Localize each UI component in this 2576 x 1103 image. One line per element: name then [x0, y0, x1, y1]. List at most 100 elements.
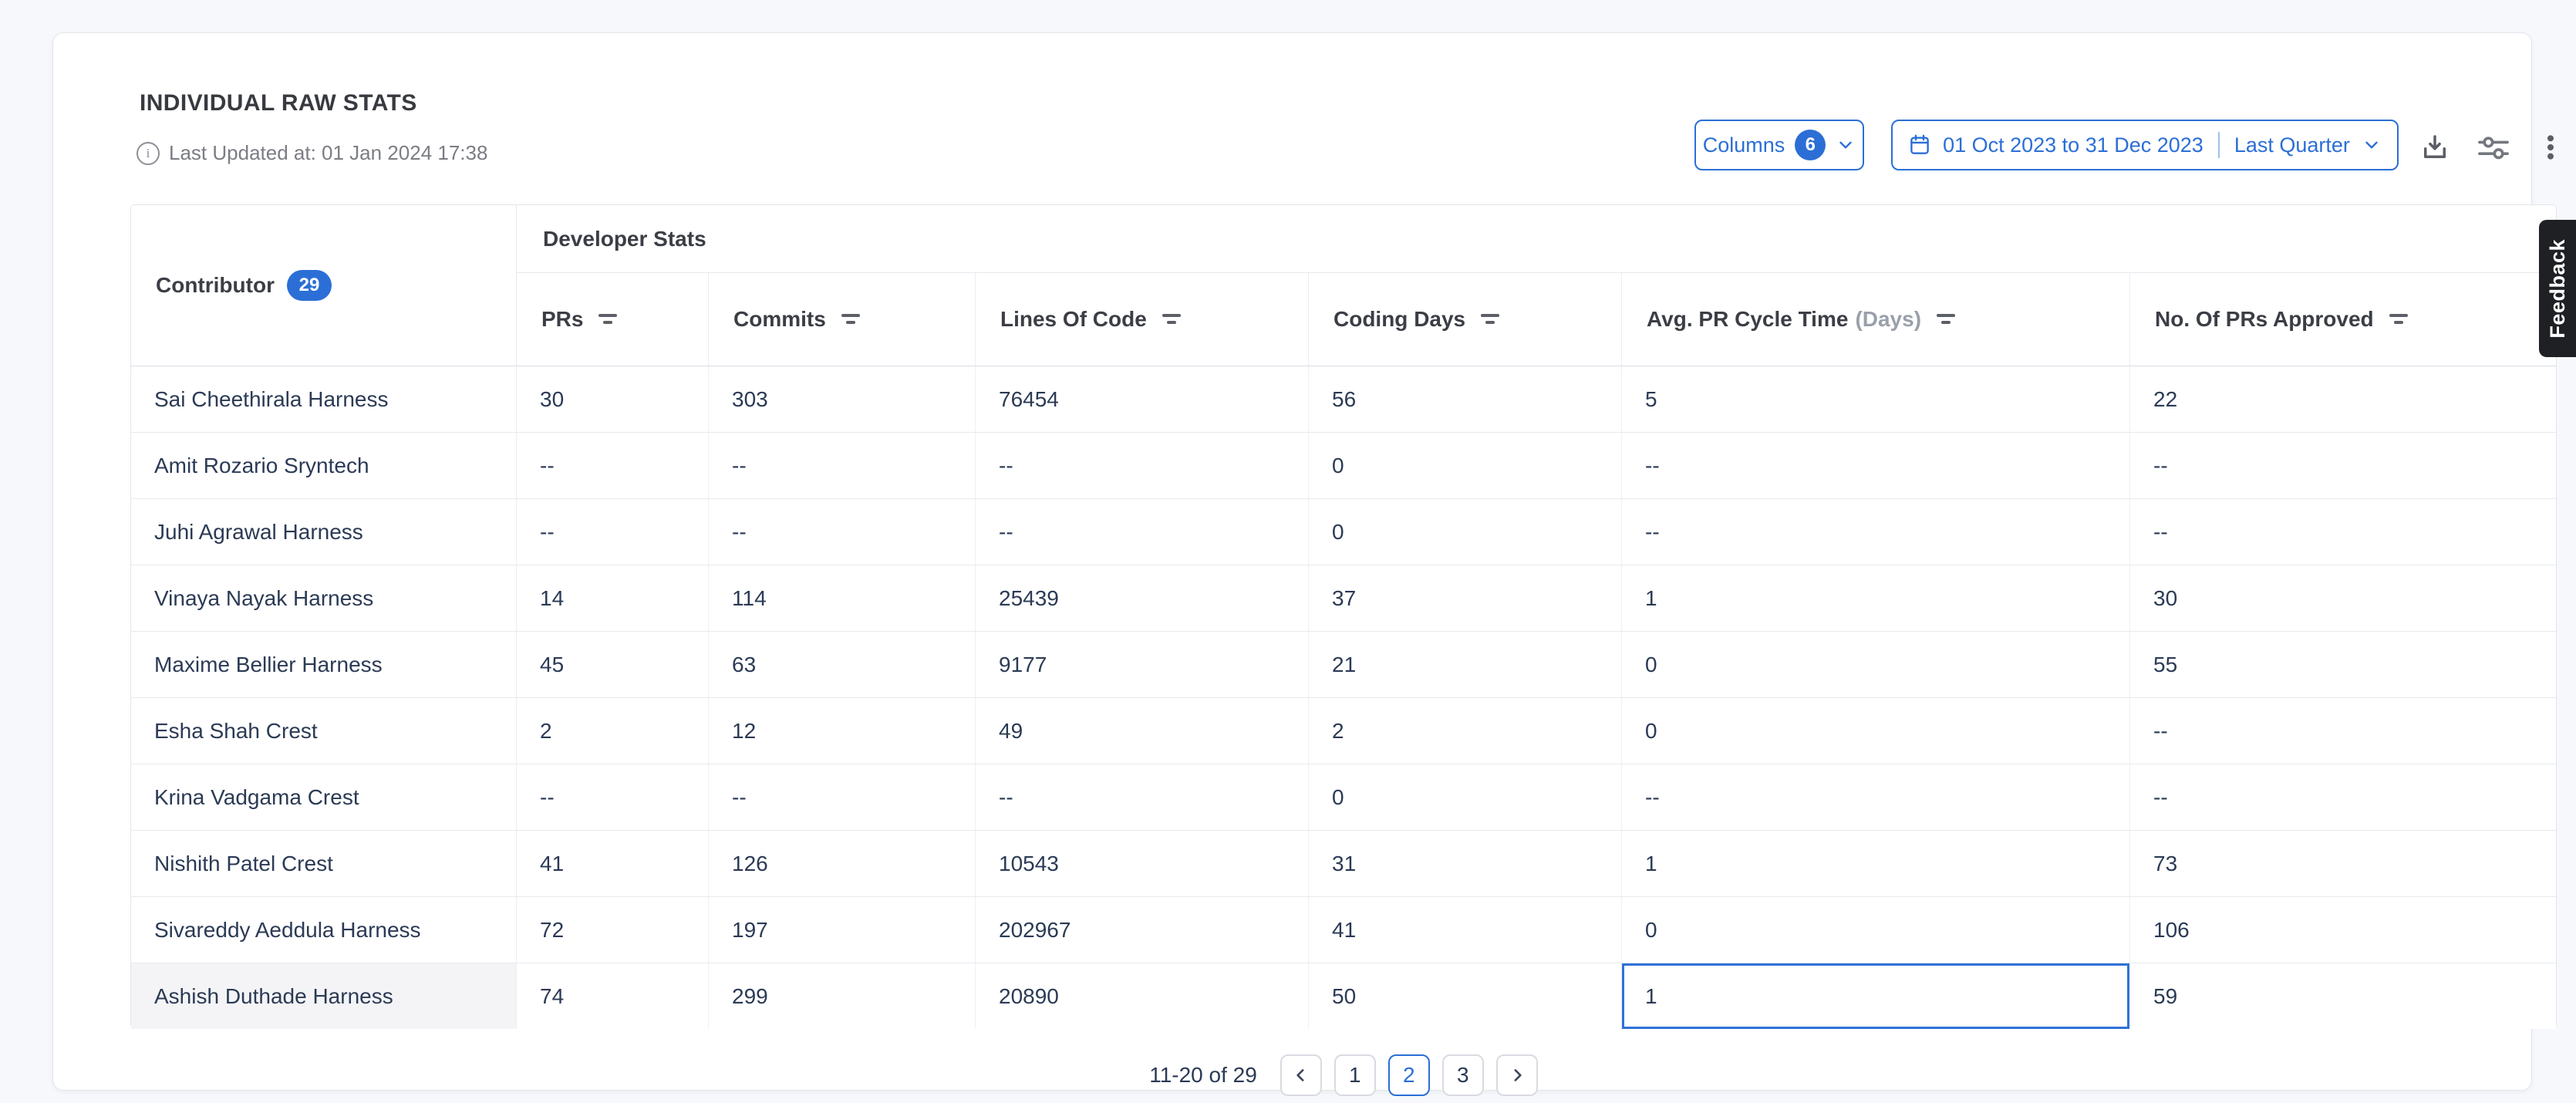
stat-cell[interactable]: -- [1622, 433, 2130, 498]
stat-cell[interactable]: 37 [1309, 565, 1622, 631]
stat-cell[interactable]: -- [709, 499, 976, 565]
stat-cell[interactable]: 41 [517, 831, 709, 896]
column-header-no-of-prs-approved[interactable]: No. Of PRs Approved [2130, 273, 2556, 366]
column-header-label: No. Of PRs Approved [2155, 307, 2374, 332]
stat-cell[interactable]: 202967 [976, 897, 1309, 963]
stat-cell[interactable]: -- [517, 499, 709, 565]
stat-cell[interactable]: 0 [1622, 897, 2130, 963]
column-header-coding-days[interactable]: Coding Days [1309, 273, 1622, 366]
stat-cell[interactable]: 299 [709, 963, 976, 1029]
filter-icon[interactable] [1937, 313, 1957, 326]
stat-cell[interactable]: 31 [1309, 831, 1622, 896]
column-header-lines-of-code[interactable]: Lines Of Code [976, 273, 1309, 366]
date-range-button[interactable]: 01 Oct 2023 to 31 Dec 2023 Last Quarter [1891, 120, 2399, 170]
stat-cell[interactable]: 303 [709, 366, 976, 432]
page-button-2[interactable]: 2 [1388, 1054, 1430, 1096]
stat-cell[interactable]: 0 [1309, 433, 1622, 498]
filter-icon[interactable] [1481, 313, 1501, 326]
contributor-name-cell[interactable]: Maxime Bellier Harness [131, 632, 517, 697]
stat-cell[interactable]: 1 [1622, 831, 2130, 896]
stat-cell[interactable]: 76454 [976, 366, 1309, 432]
stat-cell[interactable]: 0 [1622, 632, 2130, 697]
page-button-3[interactable]: 3 [1442, 1054, 1484, 1096]
stat-cell[interactable]: -- [1622, 764, 2130, 830]
stat-cell[interactable]: 63 [709, 632, 976, 697]
contributor-name-cell[interactable]: Juhi Agrawal Harness [131, 499, 517, 565]
stat-cell[interactable]: 45 [517, 632, 709, 697]
stat-cell[interactable]: 56 [1309, 366, 1622, 432]
contributor-name-cell[interactable]: Nishith Patel Crest [131, 831, 517, 896]
contributor-name-cell[interactable]: Sai Cheethirala Harness [131, 366, 517, 432]
contributor-name-cell[interactable]: Esha Shah Crest [131, 698, 517, 764]
column-header-commits[interactable]: Commits [709, 273, 976, 366]
contributor-name-cell[interactable]: Vinaya Nayak Harness [131, 565, 517, 631]
filter-settings-button[interactable] [2473, 127, 2514, 167]
contributor-name-cell[interactable]: Ashish Duthade Harness [131, 963, 517, 1029]
stat-cell[interactable]: 30 [517, 366, 709, 432]
more-options-button[interactable] [2530, 127, 2571, 167]
next-page-button[interactable] [1496, 1054, 1538, 1096]
contributor-name: Sai Cheethirala Harness [154, 387, 389, 412]
stat-cell[interactable]: 0 [1622, 698, 2130, 764]
download-button[interactable] [2415, 127, 2455, 167]
stat-cell[interactable]: 1 [1622, 963, 2130, 1029]
stat-cell[interactable]: 0 [1309, 499, 1622, 565]
contributor-name-cell[interactable]: Krina Vadgama Crest [131, 764, 517, 830]
stat-cell[interactable]: 5 [1622, 366, 2130, 432]
stat-cell[interactable]: 59 [2130, 963, 2556, 1029]
info-icon: i [137, 142, 160, 165]
stat-cell[interactable]: 49 [976, 698, 1309, 764]
filter-icon[interactable] [841, 313, 861, 326]
stat-cell[interactable]: 126 [709, 831, 976, 896]
filter-icon[interactable] [2389, 313, 2409, 326]
stat-cell[interactable]: 22 [2130, 366, 2556, 432]
stat-cell[interactable]: 106 [2130, 897, 2556, 963]
stat-cell[interactable]: 197 [709, 897, 976, 963]
stat-cell[interactable]: -- [2130, 499, 2556, 565]
stat-cell[interactable]: 12 [709, 698, 976, 764]
stat-cell[interactable]: -- [517, 764, 709, 830]
stat-cell[interactable]: 9177 [976, 632, 1309, 697]
stat-cell[interactable]: 0 [1309, 764, 1622, 830]
stat-cell[interactable]: 73 [2130, 831, 2556, 896]
stat-cell[interactable]: -- [976, 499, 1309, 565]
stat-value: -- [999, 454, 1013, 478]
stat-cell[interactable]: -- [2130, 433, 2556, 498]
stat-cell[interactable]: -- [976, 764, 1309, 830]
stat-cell[interactable]: -- [2130, 764, 2556, 830]
stat-cell[interactable]: 14 [517, 565, 709, 631]
stat-cell[interactable]: -- [709, 433, 976, 498]
stat-cell[interactable]: 72 [517, 897, 709, 963]
filter-icon[interactable] [1162, 313, 1182, 326]
feedback-tab[interactable]: Feedback [2539, 220, 2576, 357]
contributor-name-cell[interactable]: Amit Rozario Sryntech [131, 433, 517, 498]
stat-cell[interactable]: 50 [1309, 963, 1622, 1029]
contributor-name-cell[interactable]: Sivareddy Aeddula Harness [131, 897, 517, 963]
stat-cell[interactable]: -- [517, 433, 709, 498]
column-header-suffix: (Days) [1855, 307, 1921, 332]
stat-cell[interactable]: 74 [517, 963, 709, 1029]
prev-page-button[interactable] [1280, 1054, 1322, 1096]
stat-cell[interactable]: 1 [1622, 565, 2130, 631]
stat-cell[interactable]: 25439 [976, 565, 1309, 631]
stat-cell[interactable]: -- [1622, 499, 2130, 565]
stat-cell[interactable]: 55 [2130, 632, 2556, 697]
stat-cell[interactable]: -- [976, 433, 1309, 498]
columns-button[interactable]: Columns 6 [1694, 120, 1864, 170]
stat-cell[interactable]: 2 [1309, 698, 1622, 764]
column-header-avg-pr-cycle-time[interactable]: Avg. PR Cycle Time(Days) [1622, 273, 2130, 366]
stat-cell[interactable]: 2 [517, 698, 709, 764]
filter-icon[interactable] [598, 313, 619, 326]
stat-cell[interactable]: -- [709, 764, 976, 830]
stat-value: 14 [540, 586, 564, 611]
contributor-header-cell[interactable]: Contributor 29 [131, 205, 517, 366]
stat-cell[interactable]: 20890 [976, 963, 1309, 1029]
page-button-1[interactable]: 1 [1334, 1054, 1376, 1096]
stat-cell[interactable]: 10543 [976, 831, 1309, 896]
stat-cell[interactable]: 41 [1309, 897, 1622, 963]
stat-cell[interactable]: 21 [1309, 632, 1622, 697]
stat-cell[interactable]: 30 [2130, 565, 2556, 631]
column-header-prs[interactable]: PRs [517, 273, 709, 366]
stat-cell[interactable]: -- [2130, 698, 2556, 764]
stat-cell[interactable]: 114 [709, 565, 976, 631]
